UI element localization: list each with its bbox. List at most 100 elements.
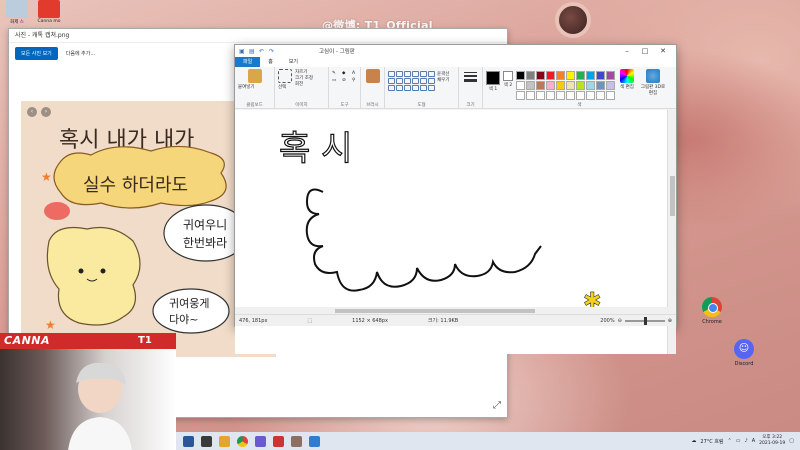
system-tray: ☁ 27°C 흐림 ⌃ ▭ ♪ A 오후 3:22 2021-09-19 ▢ (691, 435, 800, 447)
paste-button[interactable]: 붙여넣기 (238, 84, 271, 90)
chrome-icon[interactable] (237, 435, 248, 447)
taskbar: ☁ 27°C 흐림 ⌃ ▭ ♪ A 오후 3:22 2021-09-19 ▢ (176, 432, 800, 450)
chevron-up-icon[interactable]: ⌃ (728, 438, 732, 444)
webcam-overlay: CANNA T1 (0, 333, 176, 450)
group-label: 브러시 (366, 103, 379, 108)
size-icon[interactable] (462, 72, 479, 82)
paint-app-icon: ▣ (239, 47, 245, 55)
weather-text[interactable]: 27°C 흐림 (700, 438, 723, 445)
window-title: 고심이 - 그림판 (319, 49, 355, 55)
svg-text:다야~: 다야~ (169, 313, 198, 326)
taskbar-app-icon[interactable] (201, 435, 212, 447)
color1-label: 색 1 (488, 87, 498, 92)
desktop-app-icon[interactable]: 화제 스 (2, 0, 32, 25)
size-group: 크기 (459, 67, 483, 109)
svg-text:귀여우니: 귀여우니 (183, 218, 227, 232)
taskbar-app-icon[interactable] (291, 435, 302, 447)
fullscreen-icon[interactable]: ⤢ (493, 400, 501, 411)
zoom-in-icon[interactable]: ⊕ (668, 318, 672, 324)
svg-text:귀여웅게: 귀여웅게 (169, 297, 209, 310)
color-picker-icon[interactable]: ⊘ (342, 78, 350, 83)
brushes-group: 브러시 (361, 67, 385, 109)
maximize-button[interactable]: □ (636, 45, 654, 57)
rotate-button[interactable]: 회전 (295, 81, 313, 87)
zoom-slider[interactable] (624, 316, 665, 325)
eraser-icon[interactable]: ▭ (332, 78, 340, 83)
app-icon (6, 0, 28, 18)
zoom-out-icon[interactable]: ⊖ (618, 318, 622, 324)
paint-titlebar[interactable]: ▣ ▤ ↶ ↷ 고심이 - 그림판 – □ ✕ (235, 45, 676, 57)
clipboard-group: 붙여넣기 클립보드 (235, 67, 275, 109)
language-indicator[interactable]: A (752, 438, 755, 444)
desktop-app-icon[interactable]: Canna mo (34, 0, 64, 24)
network-icon[interactable]: ▭ (736, 438, 741, 444)
close-button[interactable]: ✕ (654, 45, 672, 57)
svg-text:★: ★ (41, 170, 52, 184)
group-label: 도형 (417, 103, 426, 108)
paint3d-icon[interactable] (646, 69, 660, 83)
text-icon[interactable]: A (352, 71, 360, 76)
canvas-drawing: 혹 시 ✱ (278, 128, 601, 314)
tab-file[interactable]: 파일 (235, 57, 261, 67)
add-to-button[interactable]: 다음에 추가... (66, 50, 95, 57)
fill-button[interactable]: 채우기 (437, 77, 449, 83)
taskbar-app-icon[interactable] (255, 435, 266, 447)
select-icon[interactable] (278, 69, 292, 83)
previous-icon[interactable]: ‹ (27, 107, 37, 117)
minimize-button[interactable]: – (618, 45, 636, 57)
clock-date: 2021-09-19 (759, 441, 786, 446)
paste-icon[interactable] (247, 69, 262, 83)
ribbon-tabs: 파일 홈 보기 (235, 57, 676, 67)
notification-icon[interactable]: ▢ (789, 438, 794, 444)
desktop-icon-discord[interactable]: ☺ Discord (722, 339, 766, 367)
save-icon[interactable]: ▤ (249, 48, 256, 55)
shapes-group: 윤곽선 채우기 도형 (385, 67, 459, 109)
image-group: 선택 자르기 크기 조정 회전 이미지 (275, 67, 329, 109)
shape-gallery[interactable] (388, 71, 435, 91)
select-button[interactable]: 선택 (278, 84, 292, 90)
color1-swatch[interactable] (486, 71, 500, 85)
app-icon (38, 0, 60, 18)
tab-view[interactable]: 보기 (281, 57, 306, 67)
desktop-icon-chrome[interactable]: Chrome (690, 297, 734, 325)
color-palette[interactable] (516, 71, 615, 100)
taskbar-app-icon[interactable] (309, 435, 320, 447)
undo-icon[interactable]: ↶ (259, 48, 266, 55)
edit-colors-button[interactable]: 색 편집 (618, 84, 636, 90)
streamer-name: CANNA (4, 334, 51, 347)
svg-text:★: ★ (45, 318, 56, 332)
paint3d-button[interactable]: 그림판 3D로 편집 (639, 84, 667, 96)
pencil-icon[interactable]: ✎ (332, 71, 340, 76)
edit-colors-icon[interactable] (620, 69, 634, 83)
magnifier-icon[interactable]: ⚲ (352, 78, 360, 83)
canvas-handwriting: 혹 시 (279, 129, 352, 169)
volume-icon[interactable]: ♪ (744, 438, 747, 444)
taskbar-app-icon[interactable] (183, 435, 194, 447)
redo-icon[interactable]: ↷ (269, 48, 276, 55)
tab-home[interactable]: 홈 (260, 57, 281, 67)
clock[interactable]: 오후 3:22 2021-09-19 (759, 435, 785, 447)
view-all-photos-button[interactable]: 모든 사진 보기 (15, 46, 58, 60)
next-icon[interactable]: › (41, 107, 51, 117)
svg-text:한번봐라: 한번봐라 (183, 236, 227, 250)
discord-icon: ☺ (734, 339, 754, 359)
chrome-icon (702, 297, 722, 317)
zoom-control[interactable]: 200% ⊖ ⊕ (600, 316, 672, 325)
wallpaper-decoration (555, 2, 591, 38)
fill-icon[interactable]: ◆ (342, 71, 350, 76)
taskbar-app-icon[interactable] (273, 435, 284, 447)
file-size: 크기: 11.9KB (427, 318, 459, 324)
photos-titlebar[interactable]: 사진 - 캐톡 캡쳐.png (9, 29, 507, 43)
weather-icon[interactable]: ☁ (691, 438, 696, 444)
paint-window[interactable]: ▣ ▤ ↶ ↷ 고심이 - 그림판 – □ ✕ 파일 홈 보기 붙여넣기 클립보… (234, 44, 677, 354)
cursor-position: 476, 181px (239, 317, 268, 324)
group-label: 도구 (340, 103, 349, 108)
brush-icon[interactable] (365, 69, 380, 83)
svg-text:실수 하더라도: 실수 하더라도 (83, 175, 188, 196)
desktop-app-label: 화제 스 (10, 20, 24, 25)
color2-swatch[interactable] (503, 71, 513, 81)
colors-group: 색 1 색 2 색 편집 그림판 3D로 편집 색 (483, 67, 676, 109)
window-title: 사진 - 캐톡 캡쳐.png (15, 32, 70, 39)
group-label: 이미지 (295, 103, 308, 108)
taskbar-app-icon[interactable] (219, 435, 230, 447)
